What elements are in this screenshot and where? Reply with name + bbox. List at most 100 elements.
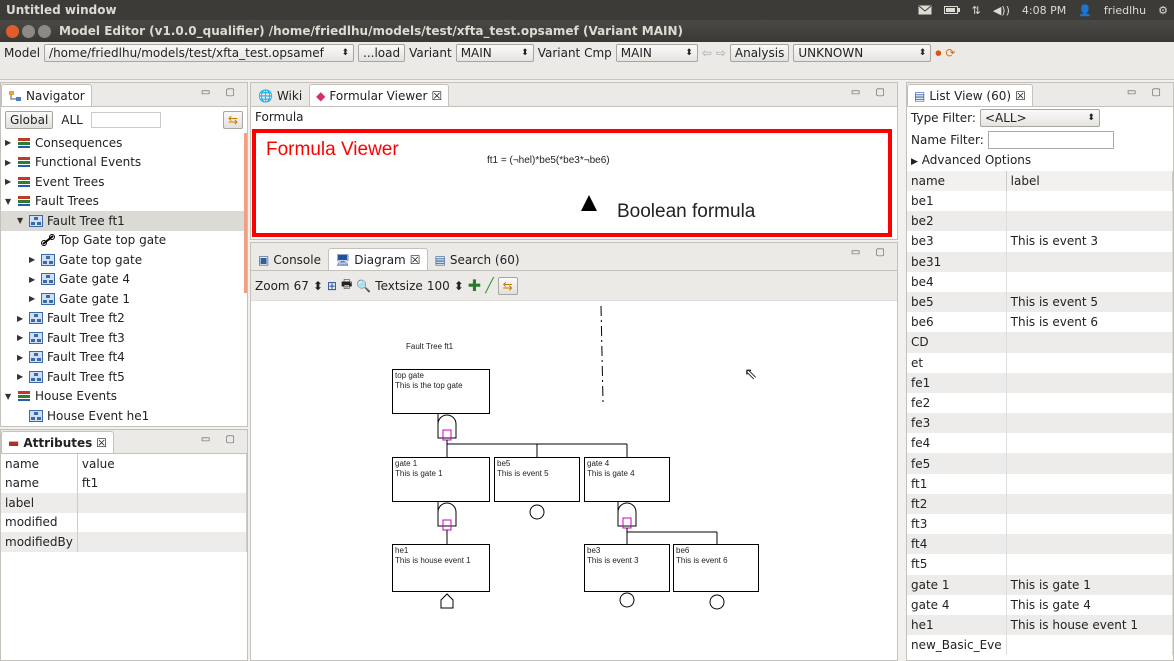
gear-icon[interactable]: ⚙ <box>1158 4 1168 17</box>
list-col-name[interactable]: name <box>907 171 1007 191</box>
tab-navigator[interactable]: Navigator <box>1 84 92 106</box>
print-icon[interactable]: 🖶 <box>341 275 352 296</box>
expander-icon[interactable]: ▶ <box>5 158 13 167</box>
load-button[interactable]: ...load <box>358 44 406 62</box>
clock[interactable]: 4:08 PM <box>1022 4 1066 17</box>
table-row[interactable]: ft5 <box>907 554 1173 575</box>
tree-item[interactable]: ▼ House Events <box>1 387 244 407</box>
close-icon[interactable]: ☒ <box>410 253 421 267</box>
tab-attributes[interactable]: ▬ Attributes ☒ <box>1 431 115 453</box>
volume-icon[interactable]: ◀)) <box>993 4 1010 17</box>
expander-icon[interactable]: ▶ <box>5 138 13 147</box>
model-path-select[interactable]: /home/friedlhu/models/test/xfta_test.ops… <box>44 44 355 62</box>
table-row[interactable]: be1 <box>907 191 1173 212</box>
expander-icon[interactable]: ▶ <box>17 314 25 323</box>
close-icon[interactable]: ☒ <box>96 436 107 450</box>
type-filter-select[interactable]: <ALL> ⬍ <box>979 109 1100 127</box>
close-icon[interactable]: ☒ <box>431 89 442 103</box>
node-be3[interactable]: be3 This is event 3 <box>584 544 670 592</box>
spinner-icon[interactable]: ⬍ <box>454 279 464 293</box>
attr-value[interactable] <box>77 493 248 513</box>
expander-icon[interactable]: ▼ <box>5 197 13 206</box>
table-row[interactable]: fe1 <box>907 372 1173 393</box>
global-button[interactable]: Global <box>5 111 54 129</box>
table-row[interactable]: be2 <box>907 211 1173 232</box>
tab-list-view[interactable]: ▤ List View (60) ☒ <box>907 84 1033 106</box>
panel-controls[interactable]: ▭ ▢ <box>201 434 241 445</box>
export-icon[interactable]: 🔍 <box>356 279 371 293</box>
variant-cmp-select[interactable]: MAIN ⬍ <box>615 44 698 62</box>
spinner-icon[interactable]: ⬍ <box>313 279 323 293</box>
tab-search[interactable]: ▤ Search (60) <box>428 248 527 270</box>
user-name[interactable]: friedlhu <box>1104 4 1146 17</box>
expander-icon[interactable]: ▶ <box>17 372 25 381</box>
table-row[interactable]: ft4 <box>907 534 1173 555</box>
tab-formular-viewer[interactable]: ◆ Formular Viewer ☒ <box>309 84 450 106</box>
node-top-gate[interactable]: top gate This is the top gate <box>392 369 490 414</box>
refresh-icon[interactable]: ⟳ <box>945 46 955 60</box>
expander-icon[interactable]: ▶ <box>29 275 37 284</box>
navigator-search-input[interactable] <box>90 112 161 128</box>
link-editor-button[interactable]: ⇆ <box>222 111 243 129</box>
textsize-value[interactable]: 100 <box>427 279 450 293</box>
tab-wiki[interactable]: 🌐 Wiki <box>251 84 309 106</box>
table-row[interactable]: be6 This is event 6 <box>907 312 1173 333</box>
expander-icon[interactable]: ▼ <box>5 392 13 401</box>
table-row[interactable]: ft3 <box>907 514 1173 535</box>
run-icon[interactable]: ⏺ <box>935 46 941 61</box>
table-row[interactable]: et <box>907 352 1173 373</box>
fit-icon[interactable]: ⊞ <box>327 279 337 293</box>
table-row[interactable]: modifiedBy <box>1 532 248 552</box>
tree-item[interactable]: ▼ Fault Tree ft1 <box>1 211 244 231</box>
panel-controls[interactable]: ▭ ▢ <box>851 87 891 98</box>
table-row[interactable]: be3 This is event 3 <box>907 231 1173 252</box>
forward-arrow-icon[interactable]: ⇨ <box>716 46 726 60</box>
table-row[interactable]: fe3 <box>907 413 1173 434</box>
advanced-options-toggle[interactable]: ▶ Advanced Options <box>907 151 1173 171</box>
close-icon[interactable]: ☒ <box>1015 89 1026 103</box>
minimize-window-button[interactable] <box>22 24 35 38</box>
panel-controls[interactable]: ▭ ▢ <box>851 247 891 258</box>
tree-item[interactable]: ▶ Fault Tree ft3 <box>1 328 244 348</box>
tree-item[interactable]: House Event he1 <box>1 406 244 426</box>
link-button[interactable]: ⇆ <box>497 276 518 295</box>
table-row[interactable]: be4 <box>907 271 1173 292</box>
node-be6[interactable]: be6 This is event 6 <box>673 544 759 592</box>
table-row[interactable]: gate 1 This is gate 1 <box>907 574 1173 595</box>
panel-controls[interactable]: ▭ ▢ <box>201 87 241 98</box>
table-row[interactable]: new_Basic_Eve <box>907 635 1173 656</box>
tab-console[interactable]: ▣ Console <box>251 248 328 270</box>
table-row[interactable]: modified <box>1 512 248 532</box>
tree-item[interactable]: ▶ Fault Tree ft5 <box>1 367 244 387</box>
analysis-select[interactable]: UNKNOWN ⬍ <box>793 44 932 62</box>
name-filter-input[interactable] <box>987 131 1114 149</box>
node-gate-1[interactable]: gate 1 This is gate 1 <box>392 457 490 502</box>
tree-item[interactable]: Top Gate top gate <box>1 231 244 251</box>
expander-icon[interactable]: ▶ <box>5 177 13 186</box>
analysis-button[interactable]: Analysis <box>729 44 790 62</box>
table-row[interactable]: he1 This is house event 1 <box>907 614 1173 636</box>
table-row[interactable]: gate 4 This is gate 4 <box>907 594 1173 615</box>
table-row[interactable]: label <box>1 493 248 513</box>
variant-select[interactable]: MAIN ⬍ <box>455 44 534 62</box>
expander-icon[interactable]: ▶ <box>17 353 25 362</box>
tree-item[interactable]: ▶ Fault Tree ft2 <box>1 309 244 329</box>
tab-diagram[interactable]: 🖥 Diagram ☒ <box>327 248 428 270</box>
table-row[interactable]: ft1 <box>907 473 1173 494</box>
zoom-value[interactable]: 67 <box>294 279 309 293</box>
table-row[interactable]: be5 This is event 5 <box>907 291 1173 313</box>
attr-value[interactable] <box>77 532 248 552</box>
table-row[interactable]: be31 <box>907 251 1173 272</box>
attr-value[interactable] <box>77 512 248 532</box>
all-toggle[interactable]: ALL <box>61 113 83 127</box>
expander-icon[interactable]: ▶ <box>29 294 37 303</box>
expander-icon[interactable]: ▶ <box>17 333 25 342</box>
network-icon[interactable]: ⇅ <box>972 4 981 17</box>
table-row[interactable]: fe2 <box>907 392 1173 414</box>
tree-item[interactable]: ▶ Event Trees <box>1 172 244 192</box>
mail-icon[interactable] <box>918 5 932 15</box>
attr-value[interactable]: ft1 <box>77 473 248 493</box>
back-arrow-icon[interactable]: ⇦ <box>702 46 712 60</box>
table-row[interactable]: fe4 <box>907 433 1173 454</box>
tree-item[interactable]: ▶ Functional Events <box>1 153 244 173</box>
